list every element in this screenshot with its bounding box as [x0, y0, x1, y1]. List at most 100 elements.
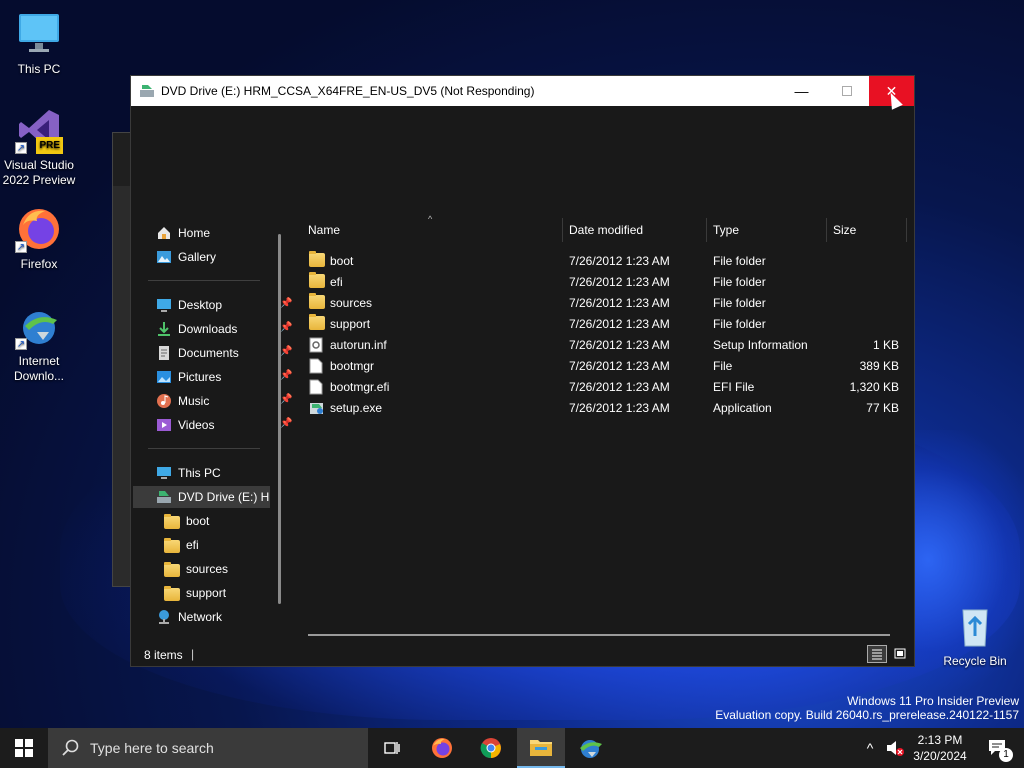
nav-item-gallery[interactable]: Gallery	[156, 246, 216, 268]
firefox-icon: ↗	[15, 205, 63, 253]
nav-item-subfolder-sources[interactable]: sources	[164, 558, 228, 580]
maximize-button[interactable]	[824, 76, 869, 106]
large-icons-view-button[interactable]	[890, 645, 910, 663]
show-hidden-icons-button[interactable]: ^	[860, 728, 880, 768]
navigation-pane[interactable]: Home Gallery Desktop 📌 Downloads 📌 Docum…	[131, 216, 292, 636]
file-name: boot	[330, 254, 354, 268]
dvd-drive-icon	[139, 83, 155, 99]
file-row[interactable]: setup.exe 7/26/2012 1:23 AM Application 77 …	[290, 397, 915, 418]
desktop-icon	[156, 297, 172, 313]
nav-label: Downloads	[178, 322, 238, 336]
taskbar-firefox[interactable]	[418, 728, 466, 768]
item-count: 8 items	[144, 648, 183, 662]
file-row[interactable]: bootmgr.efi 7/26/2012 1:23 AM EFI File 1,32…	[290, 376, 915, 397]
file-row[interactable]: efi 7/26/2012 1:23 AM File folder	[290, 271, 915, 292]
folder-icon	[309, 251, 325, 267]
taskbar-file-explorer[interactable]	[517, 728, 565, 768]
file-date-modified: 7/26/2012 1:23 AM	[569, 401, 670, 415]
nav-item-this-pc[interactable]: This PC	[156, 462, 221, 484]
nav-item-home[interactable]: Home	[156, 222, 210, 244]
desktop-icon-visual-studio[interactable]: PRE ↗ Visual Studio 2022 Preview	[1, 106, 77, 188]
desktop-icon-label: Recycle Bin	[943, 654, 1007, 668]
search-placeholder: Type here to search	[90, 740, 214, 756]
speaker-muted-icon	[887, 741, 904, 756]
details-view-button[interactable]	[867, 645, 887, 663]
file-name: sources	[330, 296, 373, 310]
file-name: autorun.inf	[330, 338, 387, 352]
task-view-button[interactable]	[368, 728, 416, 768]
details-view-icon	[872, 649, 882, 660]
nav-label: sources	[186, 562, 229, 576]
nav-item-videos[interactable]: Videos 📌	[156, 414, 292, 436]
nav-item-desktop[interactable]: Desktop 📌	[156, 294, 292, 316]
file-row[interactable]: support 7/26/2012 1:23 AM File folder	[290, 313, 915, 334]
file-explorer-window[interactable]: DVD Drive (E:) HRM_CCSA_X64FRE_EN-US_DV5…	[130, 75, 915, 667]
sort-ascending-icon: ^	[428, 214, 433, 224]
minimize-button[interactable]: —	[779, 76, 824, 106]
window-titlebar[interactable]: DVD Drive (E:) HRM_CCSA_X64FRE_EN-US_DV5…	[131, 76, 914, 106]
column-header-size[interactable]: Size	[833, 216, 856, 244]
file-row[interactable]: bootmgr 7/26/2012 1:23 AM File 389 KB	[290, 355, 915, 376]
desktop-icon-internet-download-manager[interactable]: ↗ Internet Downlo...	[1, 302, 77, 384]
start-button[interactable]	[0, 728, 48, 768]
column-header-type[interactable]: Type	[713, 216, 739, 244]
file-row[interactable]: boot 7/26/2012 1:23 AM File folder	[290, 250, 915, 271]
taskbar-chrome[interactable]	[467, 728, 515, 768]
file-name: bootmgr.efi	[330, 380, 390, 394]
file-date-modified: 7/26/2012 1:23 AM	[569, 317, 670, 331]
column-separator[interactable]	[906, 218, 907, 242]
nav-label: DVD Drive (E:) HR	[178, 490, 270, 504]
column-separator[interactable]	[706, 218, 707, 242]
shortcut-arrow-icon: ↗	[15, 241, 27, 253]
taskbar-search-box[interactable]: Type here to search	[48, 728, 368, 768]
nav-label: Gallery	[178, 250, 217, 264]
desktop-icon-recycle-bin[interactable]: Recycle Bin	[937, 602, 1013, 669]
file-row[interactable]: sources 7/26/2012 1:23 AM File folder	[290, 292, 915, 313]
desktop-icon-firefox[interactable]: ↗ Firefox	[1, 205, 77, 272]
music-icon	[156, 393, 172, 409]
nav-item-pictures[interactable]: Pictures 📌	[156, 366, 292, 388]
file-list[interactable]: ^ Name Date modified Type Size boot 7/26/…	[290, 214, 915, 641]
folder-icon	[309, 314, 325, 330]
column-separator[interactable]	[562, 218, 563, 242]
column-separator[interactable]	[826, 218, 827, 242]
file-date-modified: 7/26/2012 1:23 AM	[569, 254, 670, 268]
nav-item-subfolder-efi[interactable]: efi	[164, 534, 199, 556]
desktop-icon-this-pc[interactable]: This PC	[1, 10, 77, 77]
clock[interactable]: 2:13 PM 3/20/2024	[906, 728, 974, 768]
horizontal-scrollbar[interactable]	[308, 634, 890, 636]
nav-label: Pictures	[178, 370, 222, 384]
nav-item-downloads[interactable]: Downloads 📌	[156, 318, 292, 340]
folder-icon	[164, 537, 180, 553]
nav-item-network[interactable]: Network	[156, 606, 222, 628]
notification-count-badge: 1	[999, 748, 1013, 762]
file-date-modified: 7/26/2012 1:23 AM	[569, 296, 670, 310]
nav-item-subfolder-boot[interactable]: boot	[164, 510, 209, 532]
taskbar-internet-download-manager[interactable]	[566, 728, 614, 768]
window-title: DVD Drive (E:) HRM_CCSA_X64FRE_EN-US_DV5…	[161, 84, 535, 98]
nav-item-dvd-drive[interactable]: DVD Drive (E:) HR	[133, 486, 270, 508]
file-icon	[309, 379, 325, 395]
file-row[interactable]: autorun.inf 7/26/2012 1:23 AM Setup Inform…	[290, 334, 915, 355]
chrome-icon	[480, 738, 501, 759]
maximize-icon	[841, 86, 852, 96]
file-date-modified: 7/26/2012 1:23 AM	[569, 275, 670, 289]
documents-icon	[156, 345, 172, 361]
file-explorer-icon	[530, 740, 552, 756]
nav-item-subfolder-support[interactable]: support	[164, 582, 226, 604]
file-type: File folder	[713, 275, 766, 289]
nav-item-documents[interactable]: Documents 📌	[156, 342, 292, 364]
file-type: File	[713, 359, 733, 373]
volume-muted-button[interactable]	[882, 728, 908, 768]
ribbon-area	[131, 106, 914, 216]
nav-label: boot	[186, 514, 210, 528]
folder-icon	[164, 513, 180, 529]
nav-item-music[interactable]: Music 📌	[156, 390, 292, 412]
column-header-name[interactable]: Name	[308, 216, 340, 244]
column-header-date[interactable]: Date modified	[569, 216, 643, 244]
notification-center-button[interactable]: 1	[978, 728, 1018, 768]
watermark-line: Windows 11 Pro Insider Preview	[847, 694, 1019, 708]
firefox-icon	[432, 738, 452, 758]
nav-scrollbar-thumb[interactable]	[278, 234, 281, 604]
file-size: 77 KB	[866, 401, 899, 415]
